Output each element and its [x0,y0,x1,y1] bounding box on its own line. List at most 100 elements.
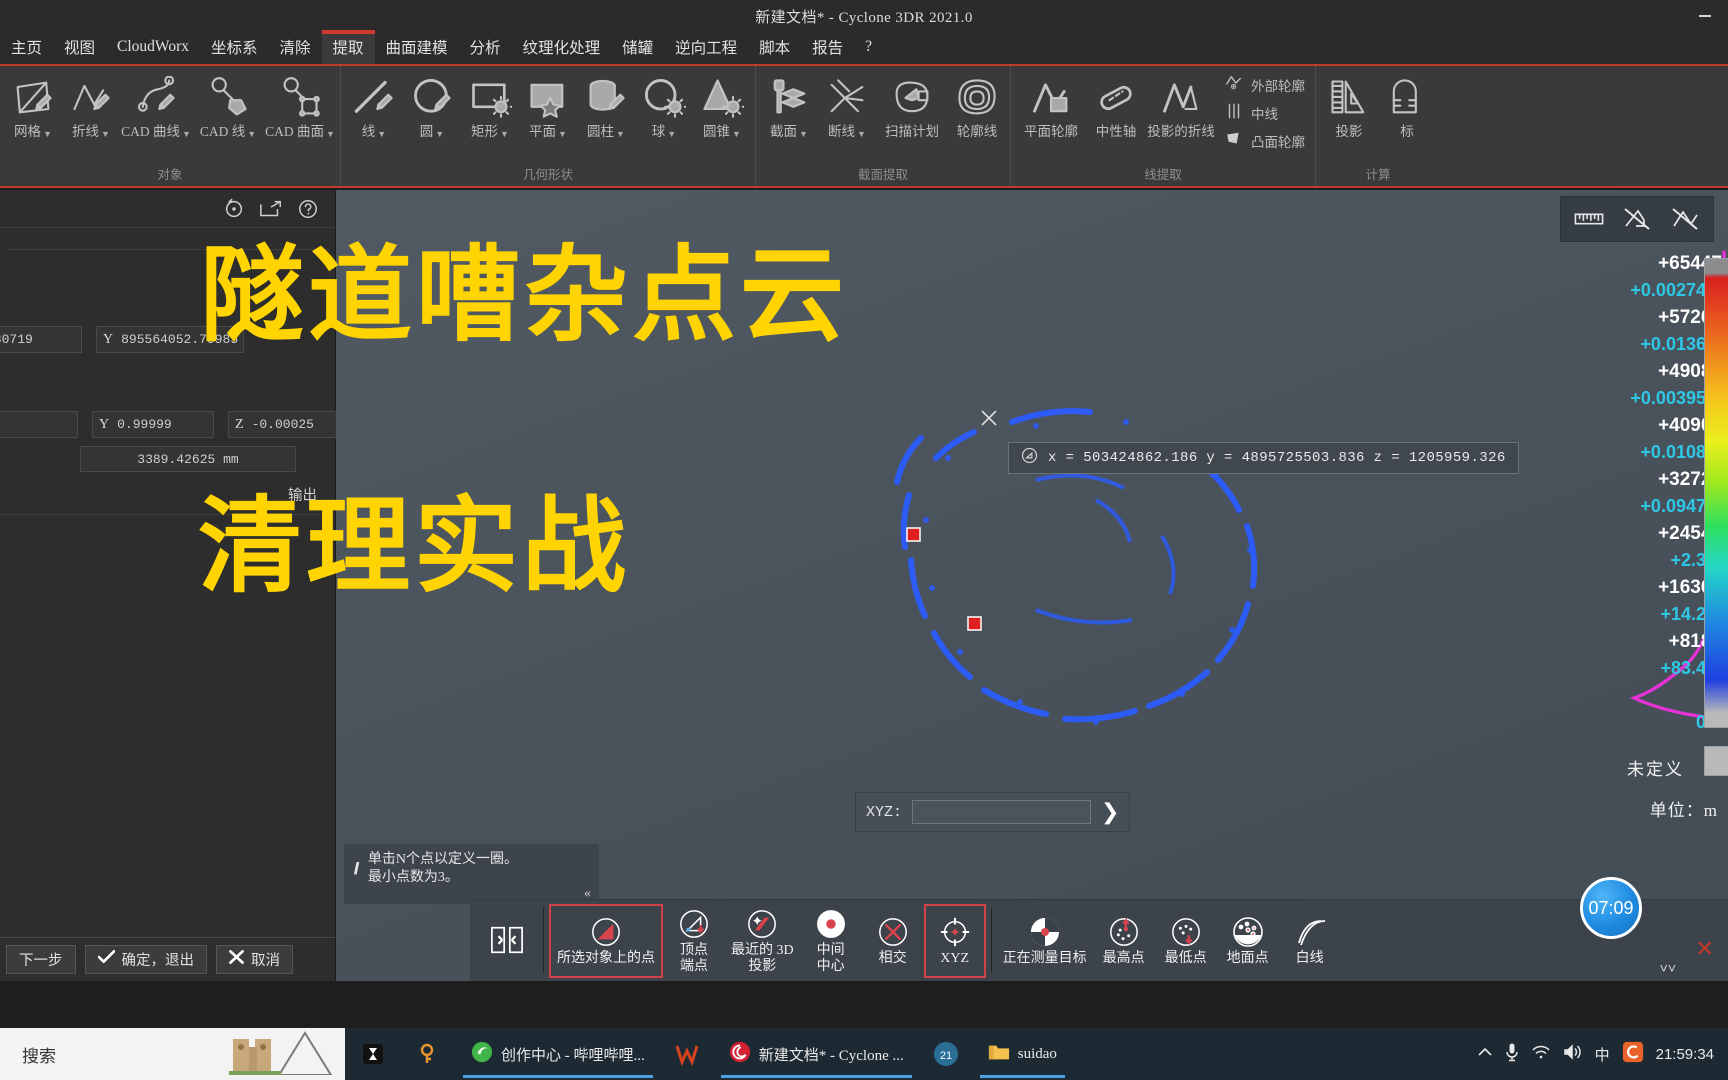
menu-item-6[interactable]: 曲面建模 [375,30,459,64]
snap-item-ground-point-icon[interactable]: 地面点 [1217,904,1279,978]
ribbon-button-cone-icon[interactable]: 圆锥 ▼ [693,70,751,139]
taskbar-clock[interactable]: 21:59:34 [1656,1046,1714,1063]
menu-item-4[interactable]: 清除 [269,30,322,64]
help-icon[interactable] [297,198,319,220]
chevron-down-icon[interactable]: ▼ [799,130,808,139]
cancel-button[interactable]: 取消 [216,945,293,974]
wifi-icon[interactable] [1531,1044,1551,1065]
ime-indicator[interactable]: 中 [1595,1044,1610,1065]
ribbon-button-neutral-axis-icon[interactable]: 中性轴 [1087,70,1145,139]
show-measure-icon[interactable] [1663,199,1707,239]
ribbon-button-breakline-icon[interactable]: 断线 ▼ [818,70,876,139]
menu-item-3[interactable]: 坐标系 [200,30,269,64]
menu-item-11[interactable]: 脚本 [748,30,801,64]
snap-item-white-line-icon[interactable]: 白线 [1279,904,1341,978]
chevron-down-icon[interactable]: ▼ [43,130,52,139]
next-step-button[interactable]: 下一步 [6,945,76,974]
search-key-icon[interactable] [401,1028,457,1080]
chevron-right-icon[interactable]: ❯ [1101,801,1119,823]
snap-item-measuring-target-icon[interactable]: 正在测量目标 [997,904,1093,978]
chevron-down-double-icon[interactable]: ˅˅ [1660,960,1676,976]
ribbon-button-cad-line-icon[interactable]: CAD 线 ▼ [192,70,264,139]
menu-item-13[interactable]: ? [854,30,883,64]
chevron-down-icon[interactable]: ▼ [182,130,191,139]
ribbon-button-circle-icon[interactable]: 圆 ▼ [403,70,461,139]
ribbon-button-polyline-icon[interactable]: 折线 ▼ [62,70,120,139]
snap-item-nearest-3d-projection-icon[interactable]: 最近的 3D 投影 [725,904,800,978]
chevron-down-icon[interactable]: ▼ [435,130,444,139]
snap-item-intersection-icon[interactable]: 相交 [862,904,924,978]
ribbon-button-mesh-icon[interactable]: 网格 ▼ [4,70,62,139]
chevron-down-icon[interactable]: ▼ [326,130,335,139]
chevron-down-icon[interactable]: ▼ [500,130,509,139]
ribbon-button-sphere-icon[interactable]: 球 ▼ [635,70,693,139]
ribbon-button-contour-line-icon[interactable]: 轮廓线 [948,70,1006,139]
player-icon[interactable]: 21 [918,1028,974,1080]
chevron-down-icon[interactable]: ▼ [558,130,567,139]
ribbon-button-projection-icon[interactable]: 投影 [1320,70,1378,139]
sogou-icon[interactable] [1622,1041,1644,1068]
ribbon-button-plane-icon[interactable]: 平面 ▼ [519,70,577,139]
taskbar-app-browser-label: 创作中心 - 哔哩哔哩... [501,1047,645,1064]
xyz-input[interactable] [912,800,1092,824]
y-direction-field[interactable]: Y 0.99999 [92,411,214,438]
x-direction-field[interactable]: 0.00443 [0,411,78,438]
menu-item-5[interactable]: 提取 [321,30,375,64]
menu-item-0[interactable]: 主页 [0,30,53,64]
volume-icon[interactable] [1563,1043,1583,1065]
ruler-icon[interactable] [1567,199,1611,239]
snap-item-vertex-endpoint-icon[interactable]: 顶点 端点 [663,904,725,978]
menu-item-9[interactable]: 储罐 [611,30,664,64]
hide-measure-icon[interactable] [1615,199,1659,239]
ribbon-small-button-convex-contour-icon[interactable]: 凸面轮廓 [1223,130,1305,152]
taskbar-app-browser[interactable]: 创作中心 - 哔哩哔哩... [457,1028,659,1080]
chevron-down-icon[interactable]: ▼ [732,130,741,139]
distance-field[interactable]: 3389.42625 mm [80,446,296,472]
snap-item-highest-point-icon[interactable]: 最高点 [1093,904,1155,978]
chevron-down-icon[interactable]: ▼ [101,130,110,139]
ribbon-small-button-centerline-icon[interactable]: 中线 [1223,102,1305,124]
chevron-down-icon[interactable]: ▼ [247,130,256,139]
chevron-down-icon[interactable]: ▼ [857,130,866,139]
x-coordinate-field[interactable]: 32877.30719 [0,326,82,353]
chevron-up-icon[interactable] [1477,1045,1493,1063]
expand-icon[interactable] [259,199,283,219]
crosshair-marker [979,408,999,434]
ribbon-button-cad-curve-icon[interactable]: CAD 曲线 ▼ [120,70,192,139]
hourglass-icon[interactable] [345,1028,401,1080]
minimize-icon[interactable] [1682,0,1728,32]
ribbon-button-rectangle-icon[interactable]: 矩形 ▼ [461,70,519,139]
menu-item-12[interactable]: 报告 [801,30,854,64]
menu-item-7[interactable]: 分析 [459,30,512,64]
z-direction-field[interactable]: Z -0.00025 [228,411,350,438]
confirm-exit-button[interactable]: 确定，退出 [84,945,207,974]
close-tool-icon[interactable]: ✕ [1696,936,1714,962]
wps-icon[interactable] [659,1028,715,1080]
ribbon-button-section-icon[interactable]: 截面 ▼ [760,70,818,139]
ribbon-button-line-icon[interactable]: 线 ▼ [345,70,403,139]
taskbar-app-folder[interactable]: suidao [974,1028,1071,1080]
ribbon-button-plane-outline-icon[interactable]: 平面轮廓 [1015,70,1087,139]
ribbon-button-projected-polyline-icon[interactable]: 投影的折线 [1145,70,1217,139]
menu-item-8[interactable]: 纹理化处理 [512,30,612,64]
search-input[interactable]: 搜索 [0,1028,345,1080]
chevron-down-icon[interactable]: ▼ [616,130,625,139]
ribbon-button-cylinder-icon[interactable]: 圆柱 ▼ [577,70,635,139]
snap-item-lowest-point-icon[interactable]: 最低点 [1155,904,1217,978]
ribbon-button-cad-surface-icon[interactable]: CAD 曲面 ▼ [264,70,336,139]
snap-item-xyz-target-icon[interactable]: XYZ [923,903,986,978]
ribbon-button-measure-icon[interactable]: 标 [1378,70,1436,139]
snap-item-point-on-object-icon[interactable]: 所选对象上的点 [549,903,663,978]
taskbar-app-cyclone[interactable]: 新建文档* - Cyclone ... [715,1028,918,1080]
ribbon-button-scan-plan-icon[interactable]: 扫描计划 [876,70,948,139]
chevron-down-icon[interactable]: ▼ [377,130,386,139]
chevron-down-icon[interactable]: ▼ [667,130,676,139]
menu-item-1[interactable]: 视图 [53,30,106,64]
menu-item-2[interactable]: CloudWorx [106,30,200,64]
reset-icon[interactable] [223,198,245,220]
snap-item-flip-icon[interactable] [476,904,538,978]
snap-item-midpoint-center-icon[interactable]: 中间 中心 [800,904,862,978]
menu-item-10[interactable]: 逆向工程 [664,30,748,64]
mic-icon[interactable] [1505,1042,1519,1067]
ribbon-small-button-outer-contour-icon[interactable]: 外部轮廓 [1223,74,1305,96]
